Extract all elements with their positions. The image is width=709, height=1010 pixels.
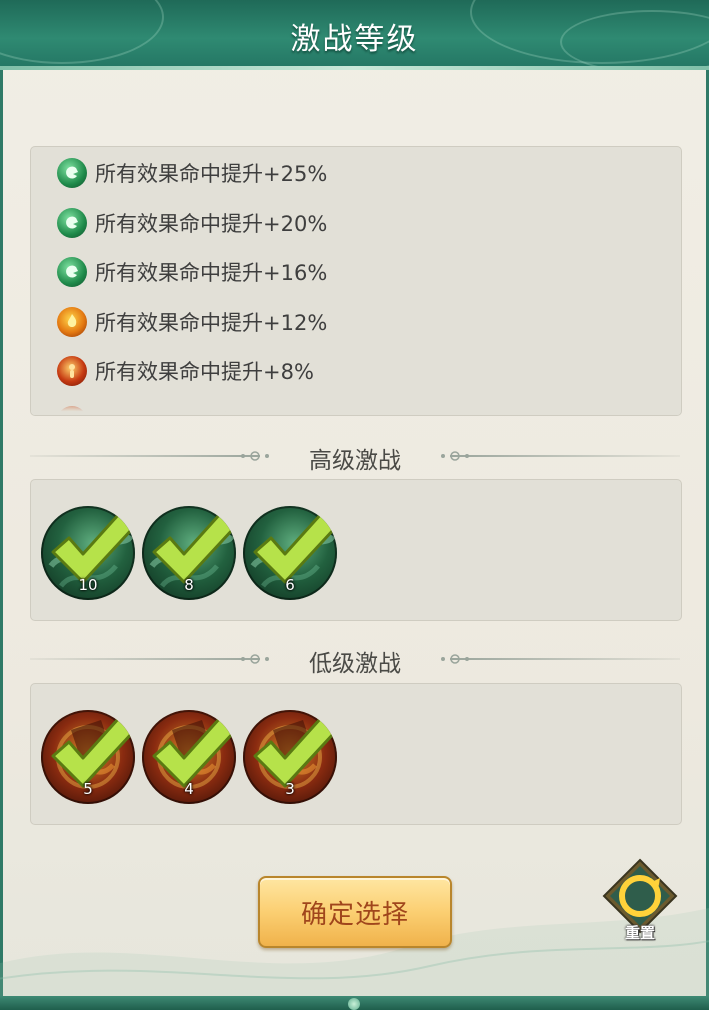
advanced-medal[interactable]: 8 <box>142 506 236 600</box>
page-title: 激战等级 <box>290 22 419 57</box>
basic-medal[interactable]: 3 <box>243 710 337 804</box>
medal-level: 10 <box>78 576 98 594</box>
advanced-divider: 高级激战 <box>30 441 680 474</box>
frame-left <box>0 0 3 1010</box>
medal-level: 3 <box>285 780 295 798</box>
reset-button-label: 重置 <box>624 924 655 942</box>
medal-level: 4 <box>184 780 194 798</box>
advanced-medal[interactable]: 10 <box>41 506 135 600</box>
medal-level: 6 <box>285 576 295 594</box>
basic-medal[interactable]: 4 <box>142 710 236 804</box>
green-swirl-icon <box>57 158 87 188</box>
reset-button[interactable]: 重置 <box>602 858 678 950</box>
basic-section-title: 低级激战 <box>309 651 401 677</box>
advanced-medal-row: 10 8 6 <box>30 479 682 621</box>
effect-list-item: 所有效果命中提升+16% <box>57 252 327 292</box>
effect-list[interactable]: 所有效果命中提升+25% 所有效果命中提升+20% 所有效果命中提升+16% 所有效果… <box>30 146 682 416</box>
level-panel: 激战等级 所有效果命中提升+25% 所有效果命中提升+20% 所有效果命中提升+16… <box>0 0 709 1010</box>
medal-level: 5 <box>83 780 93 798</box>
basic-medal[interactable]: 5 <box>41 710 135 804</box>
effect-list-item: 所有效果命中提升+20% <box>57 203 327 243</box>
green-swirl-icon <box>57 207 87 238</box>
advanced-medal[interactable]: 6 <box>243 506 337 600</box>
effect-text: 所有效果命中提升+12% <box>95 310 328 335</box>
advanced-section-title: 高级激战 <box>309 448 401 474</box>
bottom-frame <box>0 996 709 1010</box>
green-swirl-icon <box>57 257 87 287</box>
effect-list-item: 所有效果命中提升+8% <box>57 351 314 391</box>
effect-list-item: 所有效果命中提升+12% <box>57 302 327 342</box>
basic-medal-row: 5 4 3 <box>30 683 682 825</box>
medal-level: 8 <box>184 576 194 594</box>
header-bar: 激战等级 <box>0 0 709 70</box>
confirm-button-label: 确定选择 <box>300 899 409 930</box>
effect-text: 所有效果命中提升+25% <box>95 162 328 186</box>
effect-list-item: 所有效果命中提升+25% <box>57 153 327 193</box>
effect-text: 所有效果命中提升+16% <box>95 261 328 285</box>
effect-text: 所有效果命中提升+20% <box>95 211 328 236</box>
orange-flame-icon <box>57 306 87 337</box>
confirm-selection-button[interactable]: 确定选择 <box>258 876 452 948</box>
effect-text: 所有效果命中提升+8% <box>95 360 314 384</box>
basic-divider: 低级激战 <box>30 644 680 677</box>
red-figure-icon <box>57 356 87 386</box>
